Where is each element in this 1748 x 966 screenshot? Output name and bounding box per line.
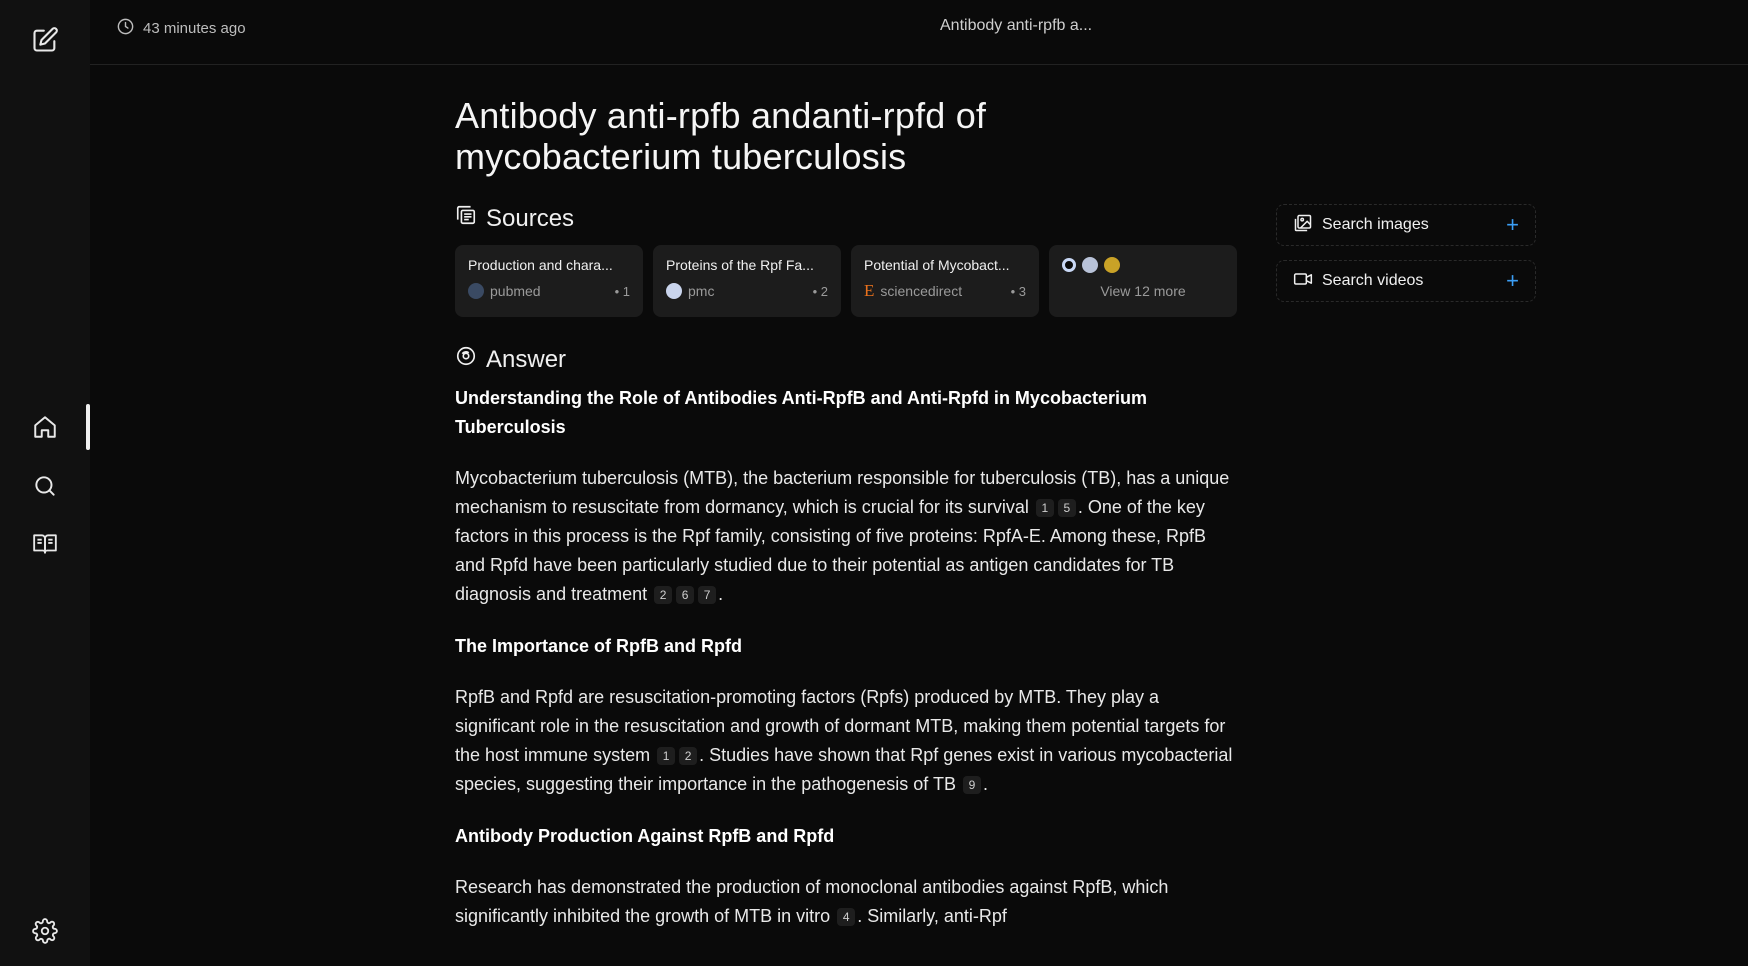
source-number: • 1 [614, 283, 630, 299]
answer-body: Understanding the Role of Antibodies Ant… [455, 384, 1240, 954]
citation-badge[interactable]: 1 [657, 747, 676, 765]
new-thread-icon[interactable] [28, 23, 62, 57]
answer-heading: Answer [455, 345, 566, 374]
page-title: Antibody anti-rpfb andanti-rpfd of mycob… [455, 95, 987, 177]
source-title: Production and chara... [468, 257, 613, 273]
source-number: • 3 [1010, 283, 1026, 299]
search-images-button[interactable]: Search images + [1276, 204, 1536, 246]
search-icon[interactable] [28, 469, 62, 503]
source-title: Proteins of the Rpf Fa... [666, 257, 814, 273]
answer-text: . Similarly, anti-Rpf [857, 906, 1007, 926]
search-videos-label: Search videos [1322, 272, 1424, 289]
citation-badge[interactable]: 5 [1057, 499, 1076, 517]
answer-text: . [982, 774, 988, 794]
view-more-sources[interactable]: View 12 more [1049, 245, 1237, 317]
library-icon[interactable] [28, 527, 62, 561]
citation-badge[interactable]: 2 [654, 586, 673, 604]
more-favicons [1062, 257, 1224, 273]
source-favicon-icon [1082, 257, 1098, 273]
search-videos-button[interactable]: Search videos + [1276, 260, 1536, 302]
citation-badge[interactable]: 2 [679, 747, 698, 765]
answer-heading-label: Answer [486, 345, 567, 373]
sources-icon [455, 204, 477, 233]
pubmed-favicon-icon [468, 283, 484, 299]
sidebar [0, 0, 90, 966]
sources-list: Production and chara... pubmed • 1 Prote… [455, 245, 1237, 317]
source-title: Potential of Mycobact... [864, 257, 1010, 273]
sources-heading-label: Sources [486, 204, 575, 232]
search-images-label: Search images [1322, 216, 1429, 233]
answer-text: Research has demonstrated the production… [455, 877, 1169, 926]
plus-icon: + [1506, 212, 1519, 237]
settings-icon[interactable] [28, 914, 62, 948]
source-site: pmc [688, 283, 715, 299]
answer-section-heading: Understanding the Role of Antibodies Ant… [455, 388, 1147, 437]
source-site: sciencedirect [880, 283, 963, 299]
top-bar: 43 minutes ago Antibody anti-rpfb a... [90, 0, 1748, 65]
citation-badge[interactable]: 9 [962, 776, 981, 794]
source-favicon-icon [1104, 257, 1120, 273]
thread-timestamp: 43 minutes ago [116, 17, 246, 40]
video-icon [1293, 269, 1313, 294]
sources-heading: Sources [455, 204, 574, 233]
source-card[interactable]: Potential of Mycobact... E sciencedirect… [851, 245, 1039, 317]
citation-badge[interactable]: 6 [676, 586, 695, 604]
source-favicon-icon [1062, 258, 1076, 272]
answer-icon [455, 345, 477, 374]
answer-paragraph: Research has demonstrated the production… [455, 873, 1240, 931]
plus-icon: + [1506, 268, 1519, 293]
active-nav-indicator [86, 404, 90, 450]
answer-paragraph: Mycobacterium tuberculosis (MTB), the ba… [455, 464, 1240, 609]
source-site: pubmed [490, 283, 541, 299]
answer-text: . [718, 584, 724, 604]
source-number: • 2 [812, 283, 828, 299]
citation-badge[interactable]: 7 [698, 586, 717, 604]
answer-section-heading: The Importance of RpfB and Rpfd [455, 636, 742, 656]
source-card[interactable]: Proteins of the Rpf Fa... pmc • 2 [653, 245, 841, 317]
pmc-favicon-icon [666, 283, 682, 299]
media-panel: Search images + Search videos + [1276, 204, 1536, 316]
home-icon[interactable] [28, 410, 62, 444]
answer-paragraph: RpfB and Rpfd are resuscitation-promotin… [455, 683, 1240, 799]
answer-section-heading: Antibody Production Against RpfB and Rpf… [455, 826, 835, 846]
citation-badge[interactable]: 4 [837, 908, 856, 926]
source-card[interactable]: Production and chara... pubmed • 1 [455, 245, 643, 317]
timestamp-text: 43 minutes ago [143, 20, 246, 37]
clock-icon [116, 17, 135, 40]
view-more-label: View 12 more [1100, 283, 1186, 299]
image-icon [1293, 213, 1313, 238]
sciencedirect-favicon-icon: E [864, 281, 875, 300]
thread-title-short: Antibody anti-rpfb a... [940, 17, 1093, 34]
citation-badge[interactable]: 1 [1035, 499, 1054, 517]
